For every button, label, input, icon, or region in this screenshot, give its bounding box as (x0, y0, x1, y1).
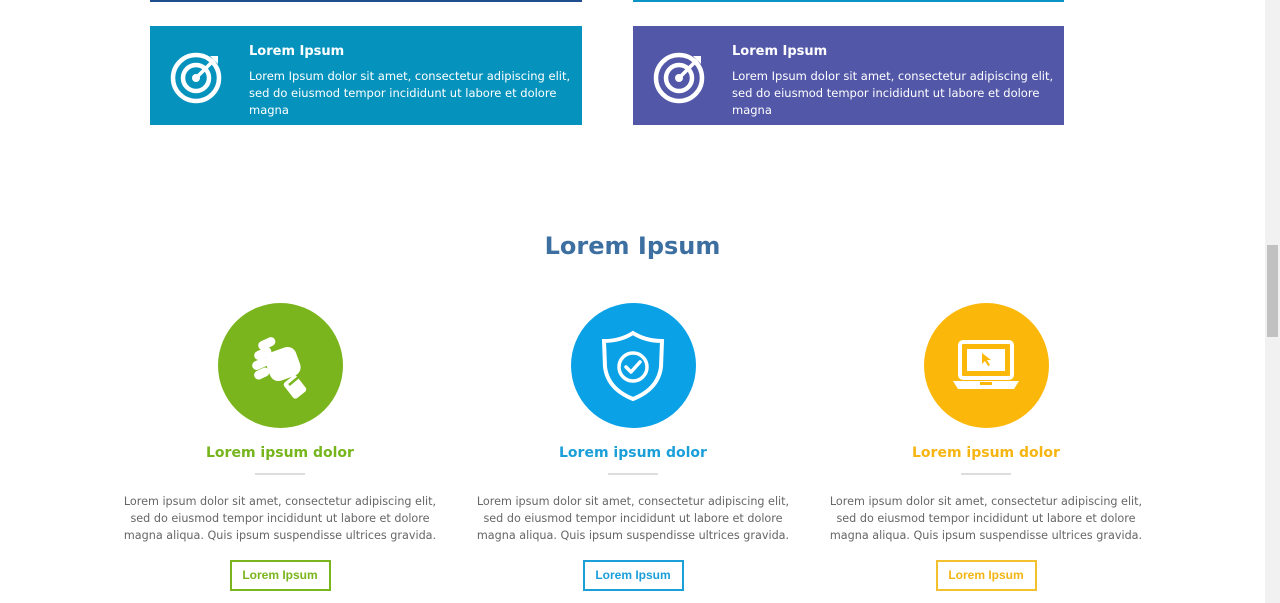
target-icon (170, 52, 222, 104)
section-title: Lorem Ipsum (544, 232, 721, 260)
column-title: Lorem ipsum dolor (559, 445, 707, 461)
feature-column: Lorem ipsum dolor Lorem ipsum dolor sit … (826, 303, 1146, 591)
card-title: Lorem Ipsum (732, 44, 828, 59)
column-text: Lorem ipsum dolor sit amet, consectetur … (829, 495, 1143, 542)
divider (255, 473, 305, 475)
feature-column: Lorem ipsum dolor Lorem ipsum dolor sit … (120, 303, 440, 591)
column-title: Lorem ipsum dolor (912, 445, 1060, 461)
fist-icon (252, 336, 307, 399)
card-title: Lorem Ipsum (249, 44, 345, 59)
divider (608, 473, 658, 475)
column-title: Lorem ipsum dolor (206, 445, 354, 461)
laptop-icon (953, 339, 1019, 389)
feature-card: Lorem Ipsum Lorem Ipsum dolor sit amet, … (633, 26, 1064, 125)
learn-more-button[interactable]: Lorem Ipsum (935, 560, 1037, 591)
icon-circle (570, 303, 696, 428)
target-icon (653, 52, 705, 104)
feature-card: Lorem Ipsum Lorem Ipsum dolor sit amet, … (150, 26, 582, 125)
column-text: Lorem ipsum dolor sit amet, consectetur … (476, 495, 790, 542)
icon-circle (217, 303, 343, 428)
vertical-scrollbar[interactable] (1265, 0, 1280, 603)
card-top-border (150, 0, 582, 2)
scrollbar-thumb[interactable] (1267, 245, 1278, 337)
column-text: Lorem ipsum dolor sit amet, consectetur … (123, 495, 437, 542)
feature-column: Lorem ipsum dolor Lorem ipsum dolor sit … (473, 303, 793, 591)
card-top-border (633, 0, 1064, 2)
card-text: Lorem Ipsum dolor sit amet, consectetur … (249, 69, 571, 117)
card-text: Lorem Ipsum dolor sit amet, consectetur … (732, 69, 1054, 117)
shield-check-icon (601, 330, 665, 401)
learn-more-button[interactable]: Lorem Ipsum (229, 560, 331, 591)
learn-more-button[interactable]: Lorem Ipsum (582, 560, 684, 591)
icon-circle (923, 303, 1049, 428)
divider (961, 473, 1011, 475)
